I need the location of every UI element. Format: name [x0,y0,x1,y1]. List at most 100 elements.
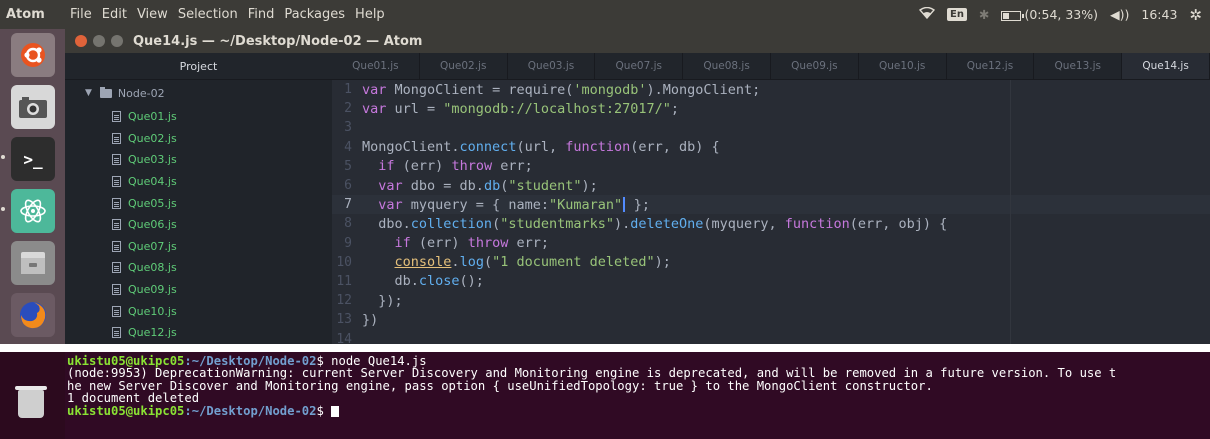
file-icon [112,176,121,188]
file-icon [112,197,121,209]
editor-tab[interactable]: Que07.js [595,53,684,79]
terminal-app-icon[interactable]: >_ [11,137,55,181]
battery-text: (0:54, 33%) [1024,7,1099,22]
editor-tab[interactable]: Que09.js [771,53,859,79]
code-line: 1 var MongoClient = require('mongodb').Mo… [332,80,1210,99]
files-app-icon[interactable] [11,241,55,285]
line-number: 3 [344,120,352,136]
keyboard-layout-indicator[interactable]: En [947,8,967,21]
tree-file-item[interactable]: Que06.js [65,214,332,236]
file-icon [112,327,121,339]
editor-tab[interactable]: Que10.js [859,53,947,79]
tree-file-item[interactable]: Que01.js [65,106,332,128]
code-line: 11 db.close(); [332,272,1210,291]
line-number: 2 [344,101,352,117]
tree-file-label: Que06.js [128,218,177,232]
menu-find[interactable]: Find [243,7,280,22]
volume-icon[interactable]: ◀)) [1110,7,1129,22]
camera-app-icon[interactable] [11,85,55,129]
menu-help[interactable]: Help [350,7,390,22]
line-number: 11 [336,273,352,289]
line-number: 10 [336,254,352,270]
menu-view[interactable]: View [132,7,173,22]
tree-file-item[interactable]: Que07.js [65,236,332,258]
code-line: 6 var dbo = db.db("student"); [332,176,1210,195]
text-cursor [623,197,625,213]
window-minimize-button[interactable] [93,35,105,47]
prompt-symbol: $ [316,403,332,418]
editor-tab[interactable]: Que02.js [420,53,508,79]
trash-icon[interactable] [15,386,47,418]
prompt-user: ukistu05@ukipc05 [67,403,185,418]
code-line: 5 if (err) throw err; [332,157,1210,176]
tree-root-label: Node-02 [117,86,165,100]
menu-packages[interactable]: Packages [279,7,350,22]
code-line: 12 }); [332,291,1210,310]
tree-file-item[interactable]: Que03.js [65,149,332,171]
file-icon [112,111,121,123]
code-text: console.log("1 document deleted"); [394,254,671,271]
terminal-prompt-line: ukistu05@ukipc05:~/Desktop/Node-02$ [67,403,1210,418]
code-line: 3 [332,118,1210,137]
launcher-bottom [0,352,65,439]
folder-icon [99,86,112,98]
code-text: db.close(); [362,273,484,290]
tree-file-item[interactable]: Que10.js [65,300,332,322]
line-number: 8 [344,216,352,232]
tree-file-label: Que08.js [128,261,177,275]
window-close-button[interactable] [75,35,87,47]
window-title: Que14.js — ~/Desktop/Node-02 — Atom [133,33,423,49]
prompt-path: :~/Desktop/Node-02 [184,403,317,418]
tree-file-label: Que09.js [128,283,177,297]
ubuntu-dash-icon[interactable] [11,33,55,77]
editor-tab[interactable]: Que13.js [1034,53,1123,79]
project-tab[interactable]: Project [65,53,332,80]
wifi-icon[interactable] [918,6,936,22]
tree-file-item[interactable]: Que08.js [65,257,332,279]
bluetooth-icon[interactable]: ✱ [979,7,989,22]
tree-file-label: Que07.js [128,239,177,253]
editor-tab[interactable]: Que03.js [508,53,596,79]
file-icon [112,240,121,252]
menu-edit[interactable]: Edit [97,7,132,22]
tree-file-item[interactable]: Que04.js [65,171,332,193]
tree-file-label: Que01.js [128,110,177,124]
file-icon [112,154,121,166]
code-editor[interactable]: 1 var MongoClient = require('mongodb').Mo… [332,80,1210,347]
code-text: var dbo = db.db("student"); [378,177,598,194]
tree-file-item[interactable]: Que12.js [65,322,332,344]
atom-app-icon[interactable] [11,189,55,233]
window-maximize-button[interactable] [111,35,123,47]
editor-tab[interactable]: Que01.js [332,53,420,79]
code-line: 2 var url = "mongodb://localhost:27017/"; [332,99,1210,118]
code-line: 4 MongoClient.connect(url, function(err, … [332,138,1210,157]
file-icon [112,132,121,144]
running-indicator [1,155,5,159]
firefox-app-icon[interactable] [11,293,55,337]
editor-tab[interactable]: Que08.js [683,53,771,79]
terminal-cursor [331,405,340,417]
tree-root-folder[interactable]: ▼ Node-02 [65,80,332,106]
battery-icon [1001,10,1025,21]
terminal-window[interactable]: ukistu05@ukipc05:~/Desktop/Node-02$ node… [65,352,1210,439]
line-number: 12 [336,293,352,309]
tree-file-item[interactable]: Que09.js [65,279,332,301]
clock[interactable]: 16:43 [1141,7,1177,22]
code-text: var url = "mongodb://localhost:27017/"; [362,100,680,117]
battery-indicator[interactable]: (0:54, 33%) [1001,7,1098,22]
code-text: dbo.collection("studentmarks").deleteOne… [362,215,948,232]
editor-tab[interactable]: Que14.js [1122,53,1210,79]
menu-file[interactable]: File [65,7,97,22]
code-line: 8 dbo.collection("studentmarks").deleteO… [332,214,1210,233]
tree-file-item[interactable]: Que02.js [65,128,332,150]
code-line: 13}) [332,310,1210,329]
tree-file-item[interactable]: Que05.js [65,192,332,214]
settings-gear-icon[interactable]: ✲ [1189,6,1202,24]
menu-bar: File Edit View Selection Find Packages H… [65,7,390,22]
line-number: 9 [344,235,352,251]
line-number: 4 [344,139,352,155]
menu-selection[interactable]: Selection [173,7,243,22]
file-icon [112,219,121,231]
editor-tab[interactable]: Que12.js [947,53,1035,79]
code-line: 14 [332,329,1210,348]
